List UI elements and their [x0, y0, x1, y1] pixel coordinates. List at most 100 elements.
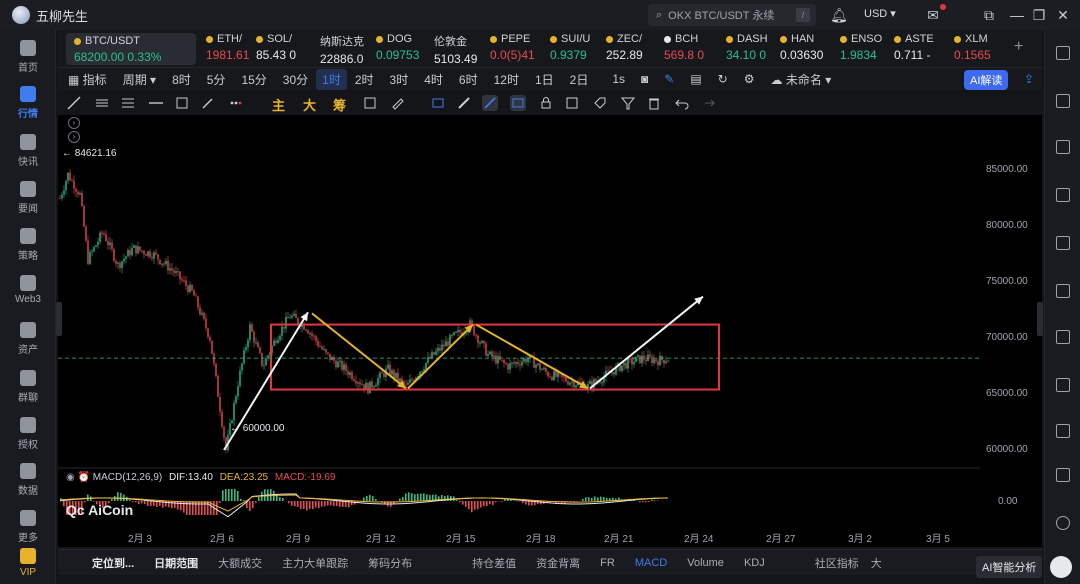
sidebar-item-data[interactable]: 数据: [0, 463, 56, 497]
copy-icon[interactable]: [362, 95, 378, 111]
ticker-gold[interactable]: 伦敦金 5103.49: [434, 33, 484, 66]
ticker-doge[interactable]: DOG 0.09753: [376, 33, 426, 65]
expand-bottom-icon[interactable]: ›: [68, 131, 80, 143]
undo-icon[interactable]: [674, 95, 690, 111]
main-force-tool[interactable]: 主: [272, 95, 285, 114]
ticker-nasdaq[interactable]: 纳斯达克 22886.0: [320, 33, 374, 66]
sidebar-item-web3[interactable]: Web3: [0, 275, 56, 305]
ticker-sol[interactable]: SOL/85.43 0: [256, 33, 306, 65]
tab-more[interactable]: 大: [869, 555, 884, 571]
tab-kdj[interactable]: KDJ: [734, 557, 775, 569]
settings-icon[interactable]: ⚙: [736, 72, 763, 86]
bell-icon[interactable]: 🔔︎: [830, 6, 848, 24]
filter-icon[interactable]: [620, 95, 636, 111]
ticket-icon[interactable]: [1056, 284, 1070, 298]
assistant-robot-icon[interactable]: [1050, 556, 1072, 578]
eye-icon[interactable]: ◉: [66, 472, 75, 483]
tab-fr[interactable]: FR: [590, 557, 625, 569]
lock-icon[interactable]: [538, 95, 554, 111]
ticker-btc[interactable]: BTC/USDT 68200.00 0.33%: [66, 33, 196, 65]
magnet-icon[interactable]: [430, 95, 446, 111]
tf-1h[interactable]: 1时: [316, 68, 347, 90]
layout-icon[interactable]: [1056, 46, 1070, 60]
line-tool-icon[interactable]: [66, 95, 82, 111]
chat-bubble-icon[interactable]: [1056, 378, 1070, 392]
chips-tool[interactable]: 筹: [333, 95, 346, 114]
grid-layout-icon[interactable]: ▤: [682, 72, 709, 86]
tab-main-orders[interactable]: 主力大单跟踪: [272, 555, 358, 571]
ticker-eth[interactable]: ETH/1981.61: [206, 33, 252, 65]
close-icon[interactable]: ✕: [1054, 6, 1072, 24]
tf-15m[interactable]: 15分: [233, 71, 274, 88]
ticker-han[interactable]: HAN 0.03630: [780, 33, 826, 65]
camera-icon[interactable]: ◙: [633, 72, 656, 86]
tab-volume[interactable]: Volume: [677, 557, 734, 569]
position-icon[interactable]: [1056, 424, 1070, 438]
indicator-button[interactable]: ▦ 指标: [58, 71, 115, 88]
tf-3h[interactable]: 3时: [382, 71, 417, 88]
draw-mode-icon[interactable]: [482, 95, 498, 111]
refresh-icon[interactable]: ↻: [710, 72, 736, 86]
minimize-icon[interactable]: —: [1008, 6, 1026, 24]
trade-icon[interactable]: [1056, 140, 1070, 154]
monitor-icon[interactable]: [1056, 236, 1070, 250]
ticker-pepe[interactable]: PEPE 0.0(5)41: [490, 33, 540, 65]
sidebar-item-market[interactable]: 行情: [0, 86, 56, 120]
horizontal-line-icon[interactable]: [148, 95, 164, 111]
panel-icon[interactable]: [1056, 468, 1070, 482]
template-icon[interactable]: [564, 95, 580, 111]
tf-2h[interactable]: 2时: [347, 71, 382, 88]
trash-icon[interactable]: [646, 95, 662, 111]
ticker-dash[interactable]: DASH 34.10 0: [726, 33, 772, 65]
period-button[interactable]: 周期 ▾: [115, 71, 164, 88]
share-icon[interactable]: ⇪: [1016, 72, 1042, 86]
ticker-bch[interactable]: BCH 569.8 0: [664, 33, 710, 65]
rectangle-tool-icon[interactable]: [174, 95, 190, 111]
left-drag-handle[interactable]: [56, 302, 62, 336]
hexagon-icon[interactable]: [1056, 330, 1070, 344]
pen-icon[interactable]: ✎: [656, 72, 682, 86]
ai-analyze-button[interactable]: AI智能分析: [976, 556, 1043, 578]
alarm-icon[interactable]: ⏰: [78, 472, 90, 483]
sidebar-item-flash[interactable]: 快讯: [0, 134, 56, 168]
tab-oi-diff[interactable]: 持仓差值: [462, 555, 526, 571]
ticker-aster[interactable]: ASTE 0.711 -: [894, 33, 940, 65]
ticker-xlm[interactable]: XLM 0.1565: [954, 33, 1000, 65]
tab-macd[interactable]: MACD: [625, 557, 677, 569]
currency-select[interactable]: USD ▾: [864, 7, 896, 20]
locate-button[interactable]: 定位到...: [58, 555, 144, 571]
right-drag-handle[interactable]: [1037, 302, 1043, 336]
fib-tool-icon[interactable]: [120, 95, 136, 111]
tag-icon[interactable]: [592, 95, 608, 111]
sidebar-item-home[interactable]: 首页: [0, 40, 56, 74]
big-order-tool[interactable]: 大: [303, 95, 316, 114]
tab-community[interactable]: 社区指标: [805, 555, 869, 571]
ai-interpret-button[interactable]: AI解读: [964, 70, 1009, 90]
restore-icon[interactable]: ❐: [1030, 6, 1048, 24]
calendar-icon[interactable]: [1056, 188, 1070, 202]
tf-8h[interactable]: 8时: [164, 71, 199, 88]
sidebar-item-chat[interactable]: 群聊: [0, 370, 56, 404]
sidebar-item-news[interactable]: 要闻: [0, 181, 56, 215]
tab-fund-divergence[interactable]: 资金背离: [526, 555, 590, 571]
sidebar-item-assets[interactable]: 资产: [0, 322, 56, 356]
tf-1s[interactable]: 1s: [604, 72, 633, 86]
sidebar-item-auth[interactable]: 授权: [0, 417, 56, 451]
tf-12h[interactable]: 12时: [486, 71, 527, 88]
sidebar-item-more[interactable]: 更多: [0, 510, 56, 544]
more-tools-icon[interactable]: [228, 95, 244, 111]
parallel-tool-icon[interactable]: [94, 95, 110, 111]
redo-icon[interactable]: [700, 95, 716, 111]
tab-chip-distribution[interactable]: 筹码分布: [358, 555, 422, 571]
tf-4h[interactable]: 4时: [416, 71, 451, 88]
add-ticker-icon[interactable]: +: [1014, 38, 1023, 56]
erase-icon[interactable]: [390, 95, 406, 111]
search-input[interactable]: ⌕ OKX BTC/USDT 永续 /: [648, 4, 816, 26]
tf-1d[interactable]: 1日: [527, 71, 562, 88]
date-range-button[interactable]: 日期范围: [144, 555, 208, 571]
brush-tool-icon[interactable]: [200, 95, 216, 111]
tab-large-trades[interactable]: 大额成交: [208, 555, 272, 571]
expand-top-icon[interactable]: ›: [68, 117, 80, 129]
ruler-icon[interactable]: [456, 95, 472, 111]
popout-icon[interactable]: ⧉: [980, 6, 998, 24]
